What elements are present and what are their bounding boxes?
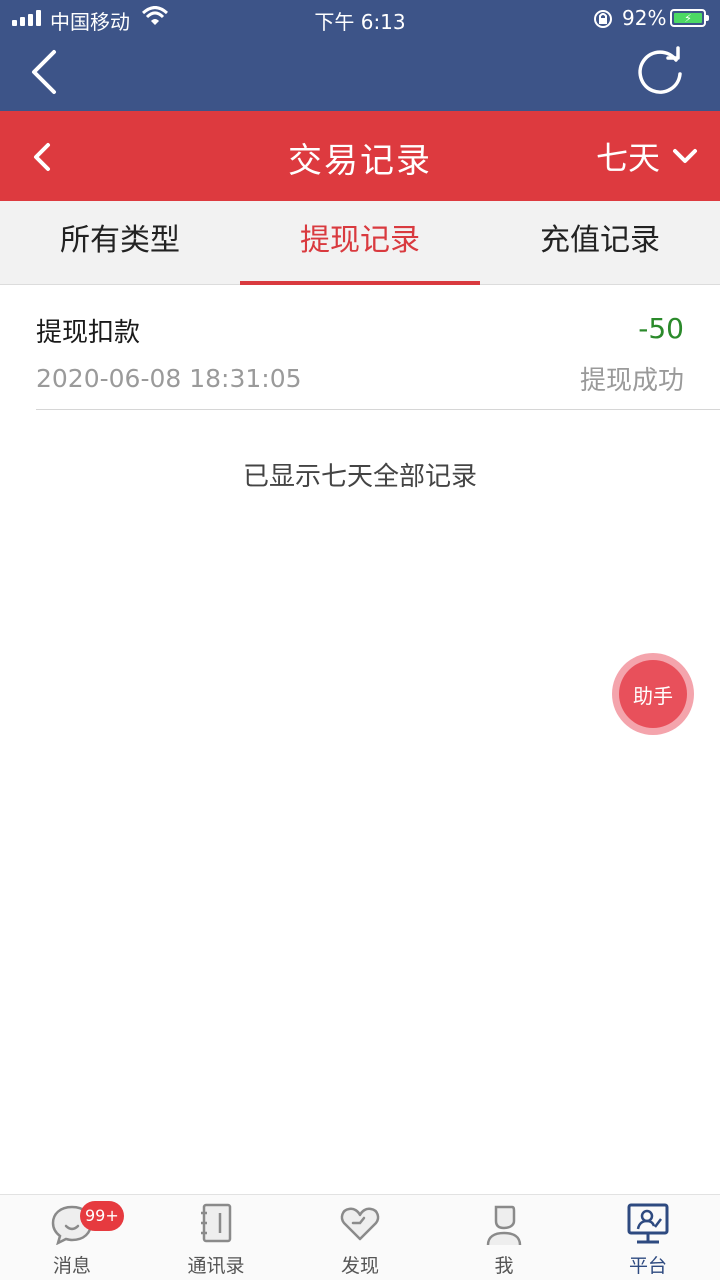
bottom-tab-bar: 99+ 消息 通讯录 发现 我 平台 xyxy=(0,1194,720,1280)
tabbar-label-messages: 消息 xyxy=(52,1255,91,1277)
person-icon xyxy=(486,1205,522,1246)
platform-monitor-icon xyxy=(627,1203,669,1244)
tabbar-label-contacts: 通讯录 xyxy=(187,1255,245,1277)
assistant-button[interactable]: 助手 xyxy=(612,653,694,735)
list-item[interactable]: 提现扣款 2020-06-08 18:31:05 -50 提现成功 xyxy=(36,286,720,410)
tabbar-item-contacts[interactable]: 通讯录 xyxy=(144,1195,288,1280)
tabbar-item-me[interactable]: 我 xyxy=(432,1195,576,1280)
end-of-list-note: 已显示七天全部记录 xyxy=(242,462,477,492)
battery-icon: ⚡ xyxy=(670,9,709,27)
status-bar: 中国移动 下午 6:13 92% ⚡ xyxy=(0,0,720,40)
record-datetime: 2020-06-08 18:31:05 xyxy=(36,364,302,393)
tab-withdrawal-records[interactable]: 提现记录 xyxy=(240,201,480,285)
tab-all-types[interactable]: 所有类型 xyxy=(0,201,240,284)
period-selector[interactable]: 七天 xyxy=(596,133,698,179)
message-count-badge: 99+ xyxy=(80,1201,124,1231)
tabbar-label-me: 我 xyxy=(494,1255,514,1277)
contacts-book-icon xyxy=(201,1203,232,1243)
record-status: 提现成功 xyxy=(579,366,684,396)
tabbar-item-messages[interactable]: 99+ 消息 xyxy=(0,1195,144,1280)
tabbar-label-discover: 发现 xyxy=(340,1255,379,1277)
battery-percent: 92% xyxy=(622,6,667,30)
page-header: 交易记录 七天 xyxy=(0,111,720,201)
tabbar-item-discover[interactable]: 发现 xyxy=(288,1195,432,1280)
chevron-down-icon xyxy=(673,149,697,163)
top-bar: 中国移动 下午 6:13 92% ⚡ xyxy=(0,0,720,111)
record-amount: -50 xyxy=(638,312,684,345)
assistant-label: 助手 xyxy=(619,660,687,728)
period-label: 七天 xyxy=(595,139,660,177)
tab-recharge-records[interactable]: 充值记录 xyxy=(480,201,720,284)
heart-icon xyxy=(340,1207,380,1241)
tabbar-label-platform: 平台 xyxy=(628,1255,667,1277)
rotation-lock-icon xyxy=(594,10,612,28)
record-type-tabs: 所有类型 提现记录 充值记录 xyxy=(0,201,720,285)
tabbar-item-platform[interactable]: 平台 xyxy=(576,1195,720,1280)
record-title: 提现扣款 xyxy=(36,318,141,348)
refresh-icon[interactable] xyxy=(632,46,688,98)
nav-back-icon[interactable] xyxy=(26,46,66,98)
